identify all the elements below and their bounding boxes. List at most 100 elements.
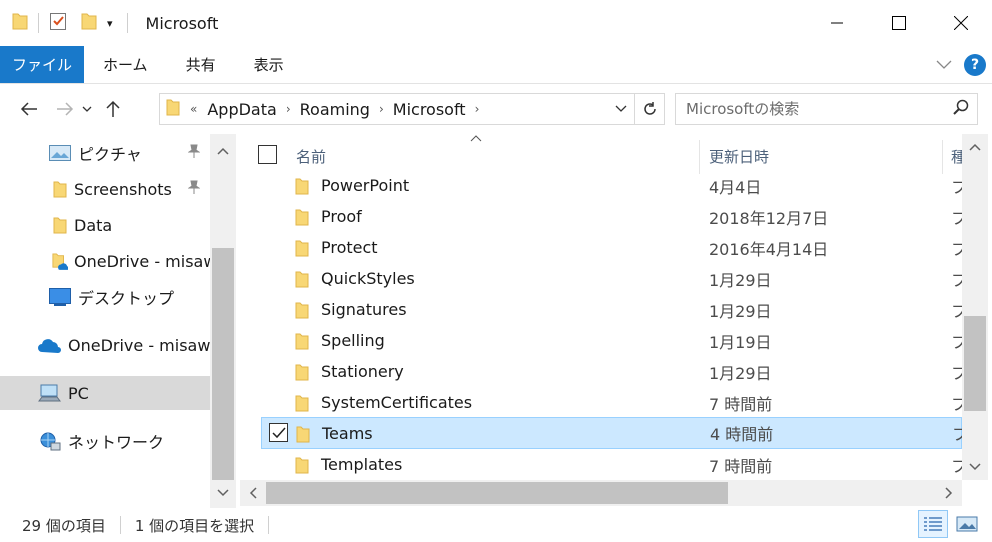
quick-access-toolbar: ▾ xyxy=(0,0,138,46)
tab-file[interactable]: ファイル xyxy=(0,46,84,83)
table-row-selected[interactable]: Teams 4 時間前 フ xyxy=(261,417,962,449)
nav-item-onedrive[interactable]: OneDrive - misawa xyxy=(38,328,210,362)
nav-pane-scrollbar[interactable] xyxy=(210,134,236,508)
folder-icon xyxy=(295,177,309,199)
network-icon xyxy=(38,431,62,451)
window-title: Microsoft xyxy=(145,13,219,33)
table-row[interactable]: Signatures 1月29日 フ xyxy=(240,294,962,325)
table-row[interactable]: Proof 2018年12月7日 フ xyxy=(240,201,962,232)
window-controls xyxy=(806,0,992,46)
folder-icon xyxy=(166,98,180,120)
row-checkbox-checked[interactable] xyxy=(269,423,288,442)
scroll-up-arrow-icon[interactable] xyxy=(962,134,988,160)
tab-view[interactable]: 表示 xyxy=(235,46,303,83)
search-icon[interactable] xyxy=(953,99,969,119)
status-bar: 29 個の項目 1 個の項目を選択 xyxy=(0,508,992,542)
search-box[interactable] xyxy=(675,93,978,125)
file-list-horizontal-scrollbar[interactable] xyxy=(240,480,962,506)
folder-icon xyxy=(295,270,309,292)
selection-count: 1 個の項目を選択 xyxy=(134,516,255,535)
nav-item-data[interactable]: Data xyxy=(52,208,210,242)
file-list: 名前 更新日時 種 PowerPoint 4月4日 フ Proof 2018年1… xyxy=(240,134,962,480)
table-row[interactable]: PowerPoint 4月4日 フ xyxy=(240,170,962,201)
scroll-right-arrow-icon[interactable] xyxy=(936,480,962,506)
breadcrumb-microsoft[interactable]: Microsoft xyxy=(393,100,466,119)
breadcrumb-roaming[interactable]: Roaming xyxy=(300,100,370,119)
navigation-pane: ピクチャ Screenshots Data OneDrive - misawa … xyxy=(0,134,236,508)
details-view-button[interactable] xyxy=(918,510,948,538)
expand-ribbon-icon[interactable] xyxy=(936,56,952,74)
title-bar: ▾ Microsoft xyxy=(0,0,992,46)
nav-item-desktop[interactable]: デスクトップ xyxy=(48,280,210,314)
recent-locations-icon[interactable] xyxy=(80,94,94,124)
onedrive-cloud-icon xyxy=(38,337,62,353)
search-input[interactable] xyxy=(686,100,953,118)
breadcrumb: « AppData › Roaming › Microsoft › xyxy=(160,98,608,120)
tab-home[interactable]: ホーム xyxy=(84,46,167,83)
folder-icon xyxy=(295,332,309,354)
nav-item-pc[interactable]: PC xyxy=(0,376,210,410)
column-header-name[interactable]: 名前 xyxy=(296,146,326,167)
column-header-type[interactable]: 種 xyxy=(951,146,962,167)
table-row[interactable]: Stationery 1月29日 フ xyxy=(240,356,962,387)
file-list-vertical-scrollbar[interactable] xyxy=(962,134,988,480)
maximize-button[interactable] xyxy=(868,0,930,46)
table-row[interactable]: Templates 7 時間前 フ xyxy=(240,449,962,480)
scroll-down-arrow-icon[interactable] xyxy=(210,480,236,506)
minimize-button[interactable] xyxy=(806,0,868,46)
scroll-up-arrow-icon[interactable] xyxy=(210,138,236,164)
select-all-checkbox[interactable] xyxy=(258,145,277,164)
table-row[interactable]: SystemCertificates 7 時間前 フ xyxy=(240,387,962,418)
nav-item-screenshots[interactable]: Screenshots xyxy=(52,172,210,206)
close-button[interactable] xyxy=(930,0,992,46)
sort-ascending-icon xyxy=(470,134,482,145)
item-count: 29 個の項目 xyxy=(22,516,106,535)
folder-icon xyxy=(295,456,309,478)
breadcrumb-overflow[interactable]: « xyxy=(190,102,197,116)
pin-icon[interactable] xyxy=(187,144,201,162)
column-header-date[interactable]: 更新日時 xyxy=(709,146,769,167)
table-row[interactable]: Spelling 1月19日 フ xyxy=(240,325,962,356)
folder-icon xyxy=(52,216,68,234)
chevron-right-icon[interactable]: › xyxy=(379,102,384,116)
scroll-down-arrow-icon[interactable] xyxy=(962,454,988,480)
address-dropdown-icon[interactable] xyxy=(608,105,634,113)
onedrive-folder-icon xyxy=(52,251,68,271)
scroll-left-arrow-icon[interactable] xyxy=(240,480,266,506)
folder-icon xyxy=(295,208,309,230)
breadcrumb-appdata[interactable]: AppData xyxy=(207,100,276,119)
pictures-icon xyxy=(48,145,72,161)
folder-icon xyxy=(295,394,309,416)
new-folder-icon[interactable] xyxy=(81,12,97,34)
forward-button[interactable] xyxy=(50,94,80,124)
folder-icon xyxy=(295,301,309,323)
refresh-button[interactable] xyxy=(634,94,664,124)
nav-item-network[interactable]: ネットワーク xyxy=(38,424,210,458)
scrollbar-thumb[interactable] xyxy=(266,482,728,504)
nav-item-onedrive-folder[interactable]: OneDrive - misawa xyxy=(52,244,210,278)
folder-icon xyxy=(295,363,309,385)
folder-icon xyxy=(296,425,310,447)
up-button[interactable] xyxy=(98,94,128,124)
chevron-right-icon[interactable]: › xyxy=(286,102,291,116)
scrollbar-thumb[interactable] xyxy=(964,316,986,411)
folder-icon xyxy=(12,12,28,34)
pin-icon[interactable] xyxy=(187,180,201,198)
table-row[interactable]: QuickStyles 1月29日 フ xyxy=(240,263,962,294)
navigation-bar: « AppData › Roaming › Microsoft › xyxy=(0,84,992,134)
back-button[interactable] xyxy=(14,94,44,124)
properties-icon[interactable] xyxy=(49,11,67,35)
scrollbar-thumb[interactable] xyxy=(212,248,234,480)
chevron-right-icon[interactable]: › xyxy=(475,102,480,116)
pc-icon xyxy=(38,384,62,402)
address-bar[interactable]: « AppData › Roaming › Microsoft › xyxy=(159,93,665,125)
help-button[interactable]: ? xyxy=(964,54,986,76)
table-row[interactable]: Protect 2016年4月14日 フ xyxy=(240,232,962,263)
customize-dropdown-icon[interactable]: ▾ xyxy=(107,17,113,30)
tab-share[interactable]: 共有 xyxy=(167,46,235,83)
desktop-icon xyxy=(48,288,72,306)
column-headers: 名前 更新日時 種 xyxy=(240,134,962,174)
large-icons-view-button[interactable] xyxy=(952,510,982,538)
nav-item-pictures[interactable]: ピクチャ xyxy=(48,136,210,170)
folder-icon xyxy=(52,180,68,198)
